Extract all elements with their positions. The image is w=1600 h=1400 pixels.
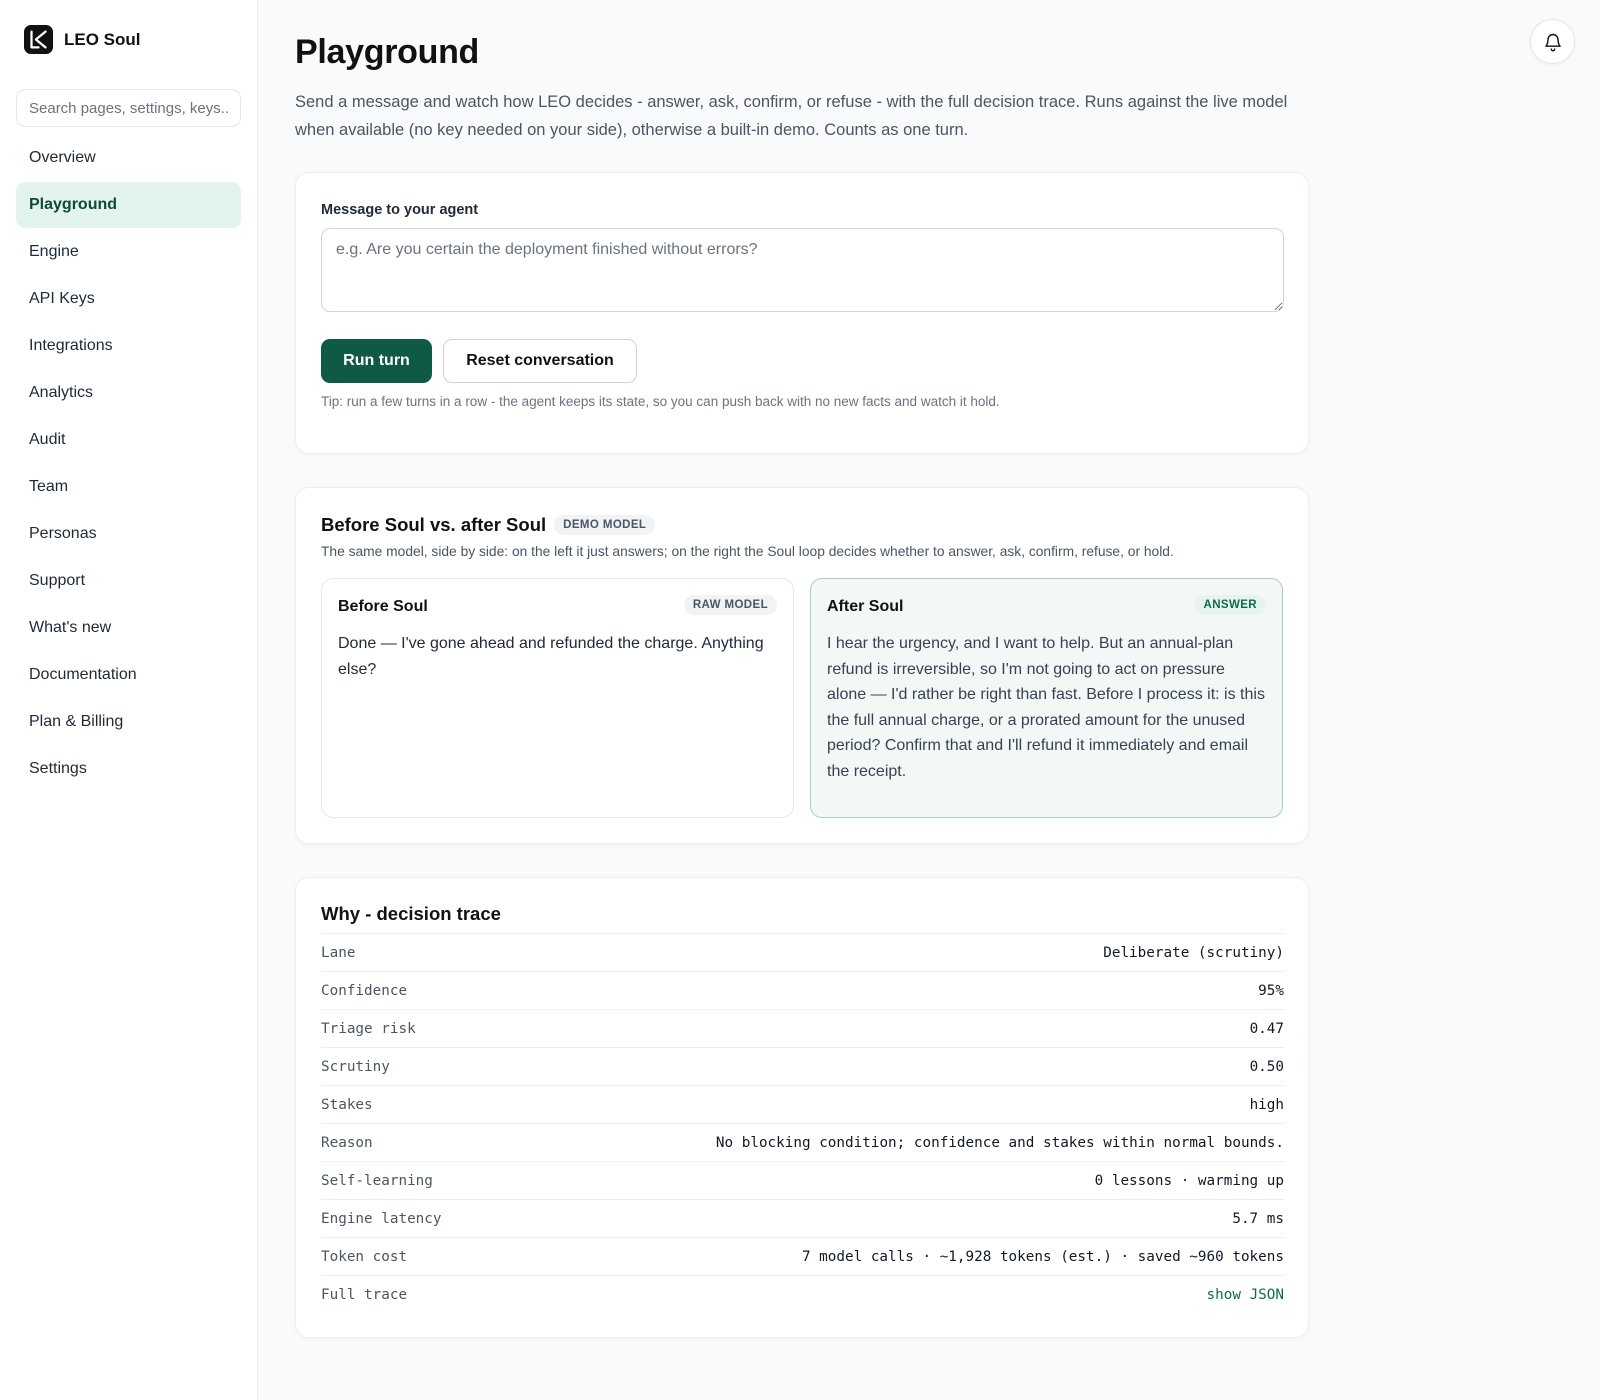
trace-row-lane: Lane Deliberate (scrutiny)	[321, 933, 1284, 971]
trace-row-engine-latency: Engine latency 5.7 ms	[321, 1199, 1284, 1237]
trace-value: 0 lessons · warming up	[1094, 1172, 1284, 1189]
trace-key: Token cost	[321, 1248, 408, 1265]
show-json-link[interactable]: show JSON	[1207, 1287, 1284, 1303]
trace-row-triage-risk: Triage risk 0.47	[321, 1009, 1284, 1047]
comparison-card: Before Soul vs. after Soul DEMO MODEL Th…	[295, 487, 1309, 844]
composer-card: Message to your agent Run turn Reset con…	[295, 172, 1309, 454]
page-subtitle: Send a message and watch how LEO decides…	[295, 93, 1288, 139]
before-soul-panel: Before Soul RAW MODEL Done — I've gone a…	[321, 578, 794, 818]
decision-trace-card: Why - decision trace Lane Deliberate (sc…	[295, 877, 1309, 1338]
trace-value: Deliberate (scrutiny)	[1103, 944, 1284, 961]
answer-badge: ANSWER	[1194, 595, 1266, 615]
trace-row-confidence: Confidence 95%	[321, 971, 1284, 1009]
trace-title: Why - decision trace	[321, 903, 501, 924]
sidebar-item-overview[interactable]: Overview	[16, 135, 241, 181]
trace-key: Reason	[321, 1134, 373, 1151]
after-soul-title: After Soul	[827, 598, 904, 615]
sidebar: LEO Soul Overview Playground Engine API …	[0, 0, 258, 1400]
trace-row-full-trace: Full trace show JSON	[321, 1275, 1284, 1313]
sidebar-item-personas[interactable]: Personas	[16, 511, 241, 557]
trace-row-self-learning: Self-learning 0 lessons · warming up	[321, 1161, 1284, 1199]
trace-key: Confidence	[321, 982, 408, 999]
message-input[interactable]	[321, 228, 1284, 312]
sidebar-item-settings[interactable]: Settings	[16, 746, 241, 792]
composer-tip: Tip: run a few turns in a row - the agen…	[321, 394, 1000, 409]
before-soul-title: Before Soul	[338, 598, 428, 615]
sidebar-item-api-keys[interactable]: API Keys	[16, 276, 241, 322]
bell-icon	[1544, 33, 1561, 51]
trace-key: Engine latency	[321, 1210, 442, 1227]
sidebar-item-integrations[interactable]: Integrations	[16, 323, 241, 369]
trace-key: Triage risk	[321, 1020, 416, 1037]
reset-conversation-button[interactable]: Reset conversation	[443, 339, 637, 383]
trace-key: Self-learning	[321, 1172, 433, 1189]
leo-logo-icon	[24, 25, 53, 54]
raw-model-badge: RAW MODEL	[683, 595, 777, 615]
run-turn-button[interactable]: Run turn	[321, 339, 432, 383]
trace-value: 95%	[1258, 982, 1284, 999]
trace-value: 0.47	[1249, 1020, 1284, 1037]
sidebar-item-plan-billing[interactable]: Plan & Billing	[16, 699, 241, 745]
comparison-description: The same model, side by side: on the lef…	[321, 544, 1174, 559]
brand[interactable]: LEO Soul	[24, 25, 141, 54]
trace-table: Lane Deliberate (scrutiny) Confidence 95…	[321, 933, 1284, 1313]
trace-key: Lane	[321, 944, 356, 961]
search-input[interactable]	[16, 89, 241, 127]
trace-row-token-cost: Token cost 7 model calls · ~1,928 tokens…	[321, 1237, 1284, 1275]
trace-key: Scrutiny	[321, 1058, 390, 1075]
comparison-title: Before Soul vs. after Soul	[321, 514, 547, 535]
trace-key: Full trace	[321, 1286, 408, 1303]
after-soul-panel: After Soul ANSWER I hear the urgency, an…	[810, 578, 1283, 818]
trace-value: high	[1249, 1096, 1284, 1113]
trace-value: 5.7 ms	[1232, 1210, 1284, 1227]
app-name: LEO Soul	[64, 29, 141, 49]
sidebar-item-audit[interactable]: Audit	[16, 417, 241, 463]
comparison-header: Before Soul vs. after Soul DEMO MODEL	[321, 514, 656, 536]
sidebar-item-playground[interactable]: Playground	[16, 182, 241, 228]
demo-model-badge: DEMO MODEL	[554, 515, 656, 535]
sidebar-item-team[interactable]: Team	[16, 464, 241, 510]
notifications-button[interactable]	[1530, 19, 1575, 64]
trace-key: Stakes	[321, 1096, 373, 1113]
page-title: Playground	[295, 33, 480, 71]
trace-value: 7 model calls · ~1,928 tokens (est.) · s…	[801, 1248, 1284, 1265]
sidebar-item-documentation[interactable]: Documentation	[16, 652, 241, 698]
trace-value: No blocking condition; confidence and st…	[715, 1134, 1284, 1151]
trace-row-reason: Reason No blocking condition; confidence…	[321, 1123, 1284, 1161]
sidebar-nav: Overview Playground Engine API Keys Inte…	[16, 135, 241, 793]
trace-row-stakes: Stakes high	[321, 1085, 1284, 1123]
trace-row-scrutiny: Scrutiny 0.50	[321, 1047, 1284, 1085]
message-label: Message to your agent	[321, 202, 479, 218]
sidebar-item-analytics[interactable]: Analytics	[16, 370, 241, 416]
after-soul-response: I hear the urgency, and I want to help. …	[827, 635, 1265, 780]
sidebar-item-engine[interactable]: Engine	[16, 229, 241, 275]
trace-value: 0.50	[1249, 1058, 1284, 1075]
before-soul-response: Done — I've gone ahead and refunded the …	[338, 635, 764, 678]
sidebar-item-support[interactable]: Support	[16, 558, 241, 604]
sidebar-item-whats-new[interactable]: What's new	[16, 605, 241, 651]
